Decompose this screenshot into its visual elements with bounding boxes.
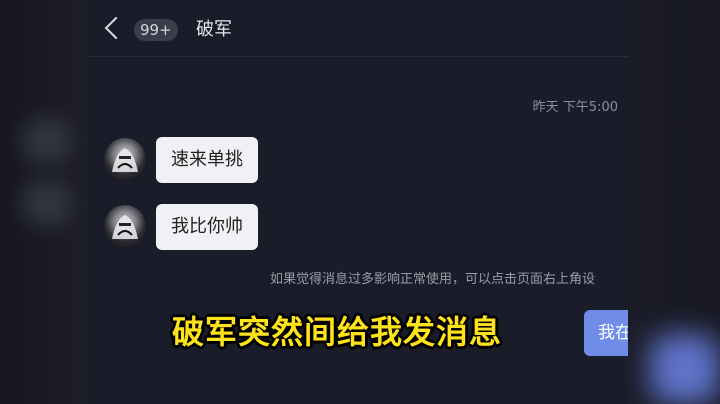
blurred-shape xyxy=(650,334,720,404)
contact-name: 破军 xyxy=(196,19,232,40)
blurred-shape xyxy=(22,180,72,226)
message-timestamp: 昨天 下午5:00 xyxy=(532,100,618,115)
chat-header: 99+ 破军 xyxy=(90,0,628,57)
chevron-left-icon[interactable] xyxy=(104,16,128,40)
contact-avatar[interactable] xyxy=(104,138,146,180)
sent-message-bubble[interactable]: 我在 xyxy=(584,310,628,356)
video-caption: 破军突然间给我发消息 xyxy=(172,313,503,351)
unread-count-badge[interactable]: 99+ xyxy=(134,19,178,41)
message-bubble[interactable]: 我比你帅 xyxy=(156,204,258,250)
message-bubble[interactable]: 速来单挑 xyxy=(156,137,258,183)
system-notice: 如果觉得消息过多影响正常使用，可以点击页面右上角设 xyxy=(270,272,596,287)
blurred-right-panel xyxy=(628,0,720,404)
blurred-left-panel xyxy=(0,0,90,404)
contact-avatar[interactable] xyxy=(104,205,146,247)
blurred-shape xyxy=(22,118,72,164)
